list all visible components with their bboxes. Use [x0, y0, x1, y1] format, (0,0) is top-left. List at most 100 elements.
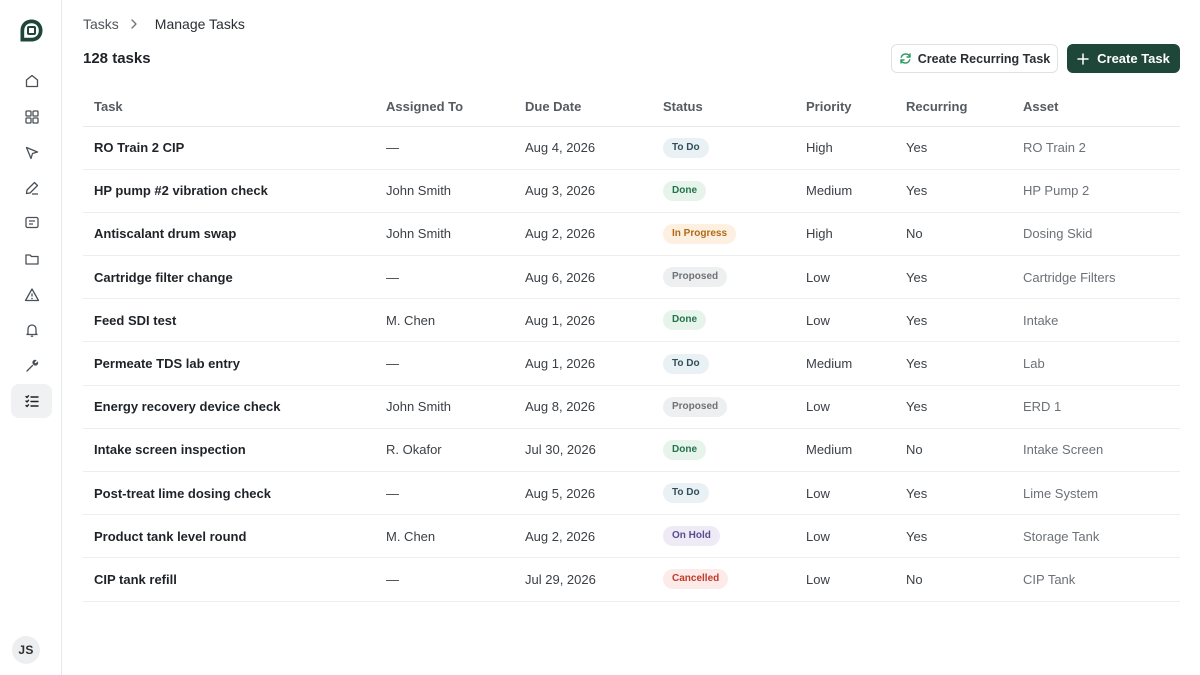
- recurring: Yes: [895, 385, 1012, 429]
- priority: Low: [795, 514, 895, 559]
- status-badge: Done: [663, 310, 706, 331]
- nav-tasks[interactable]: [11, 384, 52, 418]
- status-badge: To Do: [663, 483, 709, 504]
- priority: Medium: [795, 341, 895, 386]
- column-header-task[interactable]: Task: [83, 88, 375, 127]
- due-date: Jul 29, 2026: [514, 557, 652, 602]
- priority: Low: [795, 557, 895, 602]
- assigned-to: M. Chen: [375, 514, 514, 559]
- asset: Lab: [1012, 341, 1180, 386]
- table-row[interactable]: HP pump #2 vibration check John Smith Aug …: [83, 169, 1180, 213]
- assigned-to: John Smith: [375, 212, 514, 257]
- column-header-recurring[interactable]: Recurring: [895, 88, 1012, 127]
- breadcrumb-tasks-link[interactable]: Tasks: [83, 16, 119, 32]
- nav-dashboard[interactable]: [11, 100, 52, 134]
- assigned-to: M. Chen: [375, 298, 514, 343]
- task-name[interactable]: Intake screen inspection: [83, 428, 375, 473]
- due-date: Aug 4, 2026: [514, 126, 652, 170]
- due-date: Aug 1, 2026: [514, 298, 652, 343]
- user-avatar[interactable]: JS: [12, 636, 40, 664]
- status-badge: Done: [663, 180, 706, 201]
- status-badge: In Progress: [663, 223, 737, 244]
- recurring: Yes: [895, 341, 1012, 386]
- table-row[interactable]: Antiscalant drum swap John Smith Aug 2, 20…: [83, 212, 1180, 257]
- task-name[interactable]: Post-treat lime dosing check: [83, 471, 375, 516]
- table-row[interactable]: Permeate TDS lab entry — Aug 1, 2026 To Do M…: [83, 341, 1180, 386]
- recurring: Yes: [895, 169, 1012, 213]
- task-count: 128 tasks: [83, 50, 151, 67]
- create-task-label: Create Task: [1097, 51, 1170, 66]
- table-row[interactable]: RO Train 2 CIP — Aug 4, 2026 To Do High Yes RO…: [83, 126, 1180, 170]
- recurring: Yes: [895, 126, 1012, 170]
- due-date: Aug 5, 2026: [514, 471, 652, 516]
- task-list-icon: [24, 395, 39, 408]
- wrench-icon: [25, 359, 38, 372]
- table-row[interactable]: Cartridge filter change — Aug 6, 2026 Propo…: [83, 255, 1180, 300]
- due-date: Aug 3, 2026: [514, 169, 652, 213]
- due-date: Aug 8, 2026: [514, 385, 652, 429]
- table-row[interactable]: Product tank level round M. Chen Aug 2, 20…: [83, 514, 1180, 559]
- asset: Intake: [1012, 298, 1180, 343]
- nav-notifications[interactable]: [11, 313, 52, 347]
- nav-alerts[interactable]: [11, 278, 52, 312]
- task-name[interactable]: Cartridge filter change: [83, 255, 375, 300]
- task-name[interactable]: Product tank level round: [83, 514, 375, 559]
- app-logo-icon[interactable]: [19, 18, 44, 43]
- task-name[interactable]: HP pump #2 vibration check: [83, 169, 375, 213]
- column-header-due-date[interactable]: Due Date: [514, 88, 652, 127]
- task-name[interactable]: RO Train 2 CIP: [83, 126, 375, 170]
- plus-icon: [1077, 52, 1089, 65]
- table-row[interactable]: Intake screen inspection R. Okafor Jul 30,…: [83, 428, 1180, 473]
- task-name[interactable]: CIP tank refill: [83, 557, 375, 602]
- nav-messages[interactable]: [11, 206, 52, 240]
- priority: Medium: [795, 428, 895, 473]
- priority: Low: [795, 385, 895, 429]
- column-header-priority[interactable]: Priority: [795, 88, 895, 127]
- priority: Low: [795, 255, 895, 300]
- table-row[interactable]: Post-treat lime dosing check — Aug 5, 2026…: [83, 471, 1180, 516]
- table-row[interactable]: Energy recovery device check John Smith Au…: [83, 385, 1180, 429]
- nav-maintenance[interactable]: [11, 349, 52, 383]
- column-header-asset[interactable]: Asset: [1012, 88, 1180, 127]
- priority: Low: [795, 471, 895, 516]
- recurring: Yes: [895, 255, 1012, 300]
- pen-icon: [25, 181, 38, 195]
- due-date: Jul 30, 2026: [514, 428, 652, 473]
- recurring: No: [895, 557, 1012, 602]
- assigned-to: John Smith: [375, 169, 514, 213]
- task-name[interactable]: Permeate TDS lab entry: [83, 341, 375, 386]
- assigned-to: —: [375, 126, 514, 170]
- priority: High: [795, 212, 895, 257]
- column-header-assigned-to[interactable]: Assigned To: [375, 88, 514, 127]
- chevron-right-icon: [131, 19, 137, 29]
- status-badge: To Do: [663, 137, 709, 158]
- assigned-to: —: [375, 341, 514, 386]
- bell-icon: [25, 324, 38, 337]
- home-icon: [25, 74, 38, 88]
- table-row[interactable]: Feed SDI test M. Chen Aug 1, 2026 Done Low Ye…: [83, 298, 1180, 343]
- nav-files[interactable]: [11, 242, 52, 276]
- task-name[interactable]: Energy recovery device check: [83, 385, 375, 429]
- navigation-arrow-icon: [25, 146, 38, 160]
- create-recurring-task-button[interactable]: Create Recurring Task: [891, 44, 1058, 73]
- message-icon: [24, 216, 39, 229]
- column-header-status[interactable]: Status: [652, 88, 795, 127]
- due-date: Aug 2, 2026: [514, 212, 652, 257]
- nav-home[interactable]: [11, 64, 52, 98]
- table-header-row: Task Assigned To Due Date Status Priorit…: [83, 88, 1180, 127]
- status-badge: To Do: [663, 353, 709, 374]
- due-date: Aug 1, 2026: [514, 341, 652, 386]
- nav-edit[interactable]: [11, 171, 52, 205]
- asset: Cartridge Filters: [1012, 255, 1180, 300]
- table-row[interactable]: CIP tank refill — Jul 29, 2026 Cancelled Low…: [83, 557, 1180, 602]
- tasks-table: Task Assigned To Due Date Status Priorit…: [83, 88, 1180, 602]
- assigned-to: —: [375, 255, 514, 300]
- task-name[interactable]: Antiscalant drum swap: [83, 212, 375, 257]
- folder-icon: [24, 254, 39, 265]
- task-name[interactable]: Feed SDI test: [83, 298, 375, 343]
- recurring: Yes: [895, 471, 1012, 516]
- create-recurring-task-label: Create Recurring Task: [917, 51, 1051, 66]
- assigned-to: —: [375, 557, 514, 602]
- create-task-button[interactable]: Create Task: [1067, 44, 1180, 73]
- nav-navigate[interactable]: [11, 136, 52, 170]
